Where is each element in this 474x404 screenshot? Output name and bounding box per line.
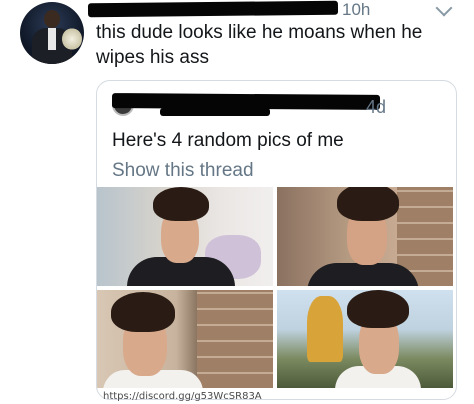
quoted-tweet-time[interactable]: 4d [366, 97, 386, 118]
avatar[interactable] [20, 2, 84, 64]
tweet-text: this dude looks like he moans when he wi… [96, 22, 423, 68]
avatar-head [44, 10, 60, 28]
redacted-username [87, 0, 339, 18]
chevron-down-icon[interactable] [435, 0, 453, 17]
photo-4[interactable] [277, 290, 453, 388]
photo-2[interactable] [277, 187, 453, 286]
watermark-url: https://discord.gg/g53WcSR83A [103, 391, 262, 402]
avatar-shirt [48, 28, 56, 50]
show-thread-link[interactable]: Show this thread [112, 160, 254, 182]
photo-3[interactable] [97, 290, 273, 388]
redacted-quoted-handle [160, 108, 270, 116]
quoted-tweet-text: Here's 4 random pics of me [112, 130, 344, 151]
avatar-flowers [62, 28, 82, 50]
photo-1[interactable] [97, 187, 273, 286]
tweet-time[interactable]: 10h [342, 0, 370, 20]
